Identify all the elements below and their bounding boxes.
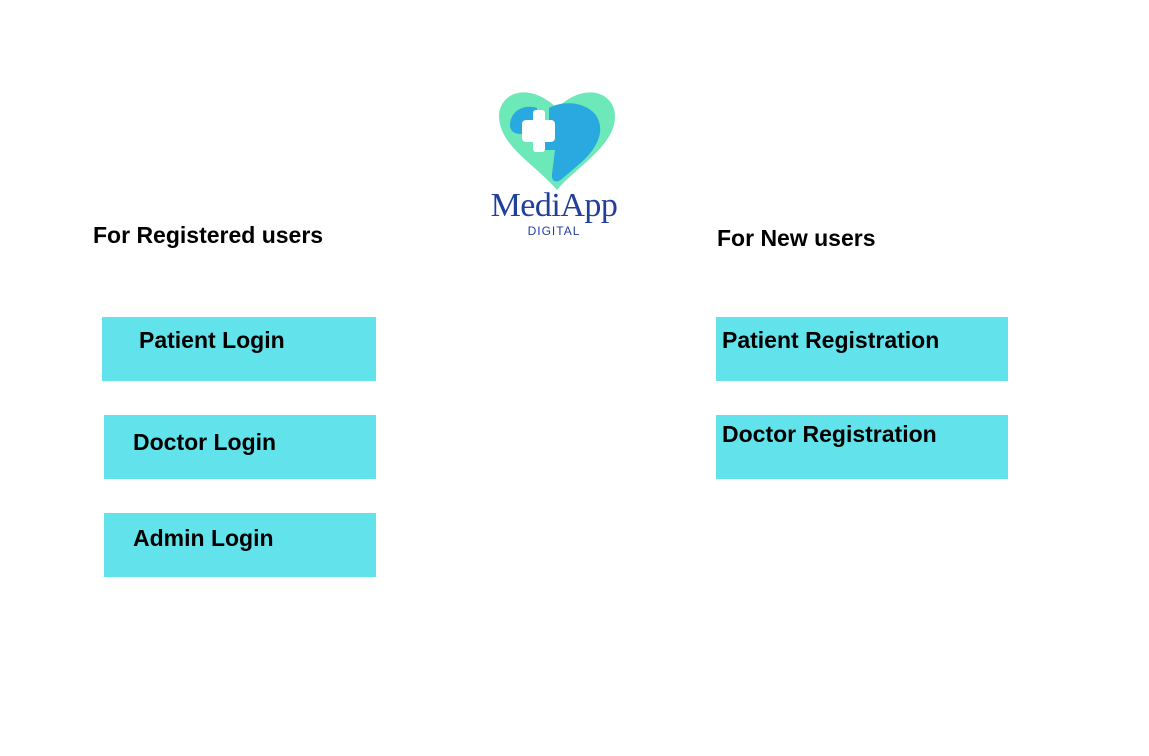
admin-login-label: Admin Login	[133, 525, 274, 551]
patient-login-button[interactable]: Patient Login	[102, 317, 376, 381]
doctor-login-label: Doctor Login	[133, 429, 277, 455]
doctor-registration-label: Doctor Registration	[722, 421, 937, 447]
heart-cross-icon	[499, 92, 615, 190]
new-users-heading: For New users	[717, 225, 876, 251]
patient-registration-label: Patient Registration	[722, 327, 940, 353]
admin-login-button[interactable]: Admin Login	[104, 513, 376, 577]
brand-tagline: DIGITAL	[527, 224, 581, 238]
patient-login-label: Patient Login	[139, 327, 285, 353]
doctor-registration-button[interactable]: Doctor Registration	[716, 415, 1008, 479]
brand-name: MediApp	[490, 187, 618, 224]
doctor-login-button[interactable]: Doctor Login	[104, 415, 376, 479]
mediapp-logo: MediApp DIGITAL	[488, 86, 620, 242]
patient-registration-button[interactable]: Patient Registration	[716, 317, 1008, 381]
registered-users-heading: For Registered users	[93, 222, 324, 248]
